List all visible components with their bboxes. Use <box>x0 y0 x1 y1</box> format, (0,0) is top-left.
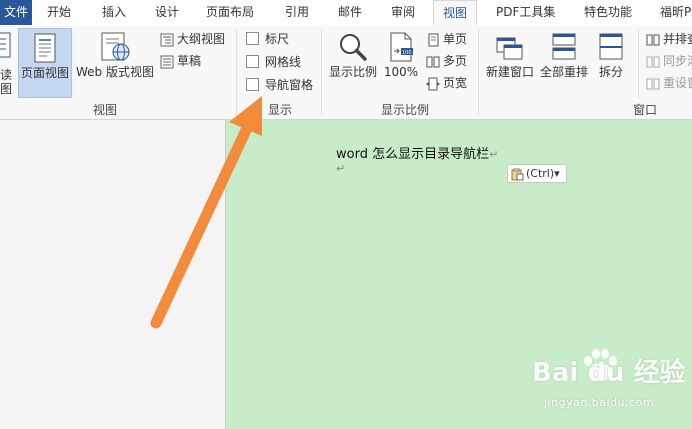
arrange-all-icon <box>552 33 576 60</box>
document-left-margin <box>0 120 226 429</box>
multi-page-icon <box>426 56 440 67</box>
view-group-label: 视图 <box>92 103 117 117</box>
tab-review[interactable]: 审阅 <box>391 0 415 25</box>
magnifier-icon <box>340 34 367 61</box>
new-window-label: 新建窗口 <box>485 65 534 79</box>
ruler-checkbox[interactable]: 标尺 <box>246 29 289 49</box>
gridlines-checkbox[interactable]: 网格线 <box>246 52 301 72</box>
zoom-100-button[interactable]: 100 100% <box>382 28 420 98</box>
paste-options-button[interactable]: (Ctrl)▾ <box>507 164 567 183</box>
read-mode-label-top: 读 <box>0 68 12 82</box>
sync-scroll-icon <box>646 56 660 67</box>
clipboard-icon <box>511 168 524 180</box>
separator <box>638 29 639 99</box>
side-by-side-button[interactable]: 并排查 <box>646 29 692 49</box>
separator <box>478 29 479 115</box>
multi-page-button[interactable]: 多页 <box>426 51 467 71</box>
separator <box>236 29 237 115</box>
zoom-label: 显示比例 <box>328 65 377 79</box>
tab-pdf-tools[interactable]: PDF工具集 <box>496 0 555 25</box>
one-page-label: 单页 <box>443 32 468 46</box>
print-layout-icon <box>34 33 56 63</box>
split-label: 拆分 <box>598 65 623 79</box>
tab-file[interactable]: 文件 <box>0 0 32 25</box>
nav-pane-label: 导航窗格 <box>265 78 314 92</box>
nav-pane-checkbox[interactable]: 导航窗格 <box>246 75 313 95</box>
outline-button[interactable]: 大纲视图 <box>160 29 225 49</box>
gridlines-label: 网格线 <box>265 55 302 69</box>
draft-button[interactable]: 草稿 <box>160 51 201 71</box>
multi-page-label: 多页 <box>443 54 468 68</box>
draft-label: 草稿 <box>177 54 202 68</box>
watermark-main-text: Bai du 经验 <box>532 358 686 388</box>
baidu-watermark: Bai du 经验 jingyan.baidu.com <box>532 349 692 412</box>
tab-view[interactable]: 视图 <box>433 0 478 25</box>
text-cursor-line[interactable]: ↵ <box>336 162 345 175</box>
read-mode-icon <box>0 31 12 61</box>
outline-icon <box>160 33 174 46</box>
zoom-button[interactable]: 显示比例 <box>326 28 380 98</box>
split-button[interactable]: 拆分 <box>594 28 628 98</box>
watermark-url-text: jingyan.baidu.com <box>544 396 655 409</box>
ruler-checkbox-box[interactable] <box>246 32 259 45</box>
tab-design[interactable]: 设计 <box>155 0 179 25</box>
web-layout-label: Web 版式视图 <box>76 65 154 79</box>
reset-position-label: 重设窗 <box>663 76 692 90</box>
arrange-all-label: 全部重排 <box>539 65 588 79</box>
tab-insert[interactable]: 插入 <box>102 0 126 25</box>
tab-home[interactable]: 开始 <box>47 0 71 25</box>
window-group-label: 窗口 <box>632 103 657 117</box>
page-width-icon <box>426 77 440 90</box>
document-heading-text: word 怎么显示目录导航栏 <box>336 147 490 162</box>
split-icon <box>599 33 623 60</box>
paragraph-mark: ↵ <box>489 148 499 161</box>
paste-options-label: (Ctrl) <box>526 167 555 180</box>
draft-icon <box>160 55 174 68</box>
read-mode-label-bottom: 图 <box>0 82 12 96</box>
one-page-button[interactable]: 单页 <box>426 29 467 49</box>
ribbon-tab-bar: 文件 开始 插入 设计 页面布局 引用 邮件 审阅 视图 PDF工具集 特色功能… <box>0 0 692 26</box>
document-text-line[interactable]: word 怎么显示目录导航栏↵ <box>336 143 498 162</box>
new-window-button[interactable]: 新建窗口 <box>484 28 536 98</box>
new-window-icon <box>496 37 523 60</box>
print-layout-button[interactable]: 页面视图 <box>18 28 72 98</box>
zoom-group-label: 显示比例 <box>380 103 429 117</box>
outline-label: 大纲视图 <box>177 32 226 46</box>
print-layout-label: 页面视图 <box>20 66 69 80</box>
reset-position-button[interactable]: 重设窗 <box>646 73 692 93</box>
chevron-down-icon: ▾ <box>554 167 560 180</box>
sync-scroll-label: 同步滚 <box>663 54 692 68</box>
show-group-label: 显示 <box>267 103 292 117</box>
page-width-label: 页宽 <box>443 76 468 90</box>
ribbon-panel: 读 图 页面视图 Web 版式视图 大纲视图 草稿 视图 标尺 网格线 导航窗格… <box>0 25 692 120</box>
ruler-label: 标尺 <box>265 32 290 46</box>
zoom-100-label: 100% <box>383 65 419 79</box>
tab-special-features[interactable]: 特色功能 <box>584 0 632 25</box>
web-layout-button[interactable]: Web 版式视图 <box>74 28 156 98</box>
sync-scroll-button[interactable]: 同步滚 <box>646 51 692 71</box>
tab-foxit-pdf[interactable]: 福昕PD <box>660 0 692 25</box>
paragraph-mark: ↵ <box>336 162 346 175</box>
web-layout-icon <box>101 32 130 61</box>
arrange-all-button[interactable]: 全部重排 <box>538 28 590 98</box>
page-width-button[interactable]: 页宽 <box>426 73 467 93</box>
gridlines-checkbox-box[interactable] <box>246 55 259 68</box>
tab-mailings[interactable]: 邮件 <box>338 0 362 25</box>
side-by-side-icon <box>646 34 660 45</box>
tab-layout[interactable]: 页面布局 <box>206 0 254 25</box>
separator <box>321 29 322 115</box>
svg-text:100: 100 <box>402 50 412 56</box>
side-by-side-label: 并排查 <box>663 32 692 46</box>
tab-references[interactable]: 引用 <box>285 0 309 25</box>
nav-pane-checkbox-box[interactable] <box>246 78 259 91</box>
one-page-icon <box>428 33 439 46</box>
reset-position-icon <box>646 78 660 89</box>
page-100-icon: 100 <box>390 32 413 62</box>
